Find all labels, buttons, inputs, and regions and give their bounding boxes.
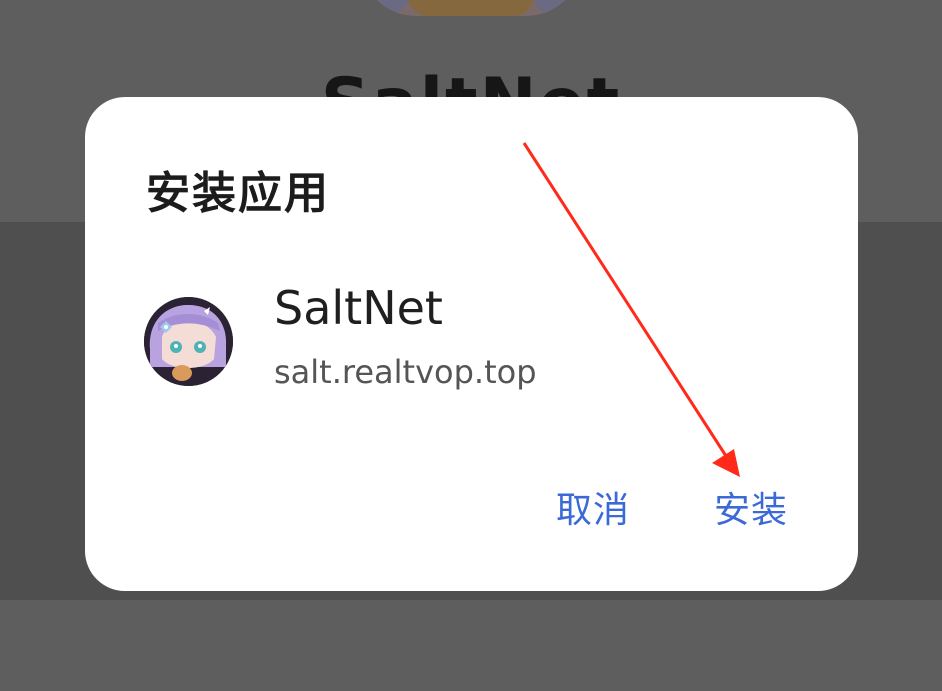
install-button[interactable]: 安装	[714, 481, 788, 533]
app-host: salt.realtvop.top	[274, 353, 537, 391]
app-name: SaltNet	[274, 281, 443, 335]
dialog-actions: 取消 安装	[556, 481, 788, 533]
dialog-title: 安装应用	[146, 168, 330, 219]
install-dialog: 安装应用 SaltNet salt.realtvop.top 取消 安装	[85, 97, 858, 591]
app-info: SaltNet salt.realtvop.top	[144, 281, 804, 397]
background-hero-image	[360, 0, 582, 16]
cancel-button[interactable]: 取消	[556, 481, 630, 533]
app-avatar-icon	[144, 297, 233, 386]
background-footer	[0, 600, 942, 691]
install-app-screen: SaltNet 安装应用	[0, 0, 942, 691]
